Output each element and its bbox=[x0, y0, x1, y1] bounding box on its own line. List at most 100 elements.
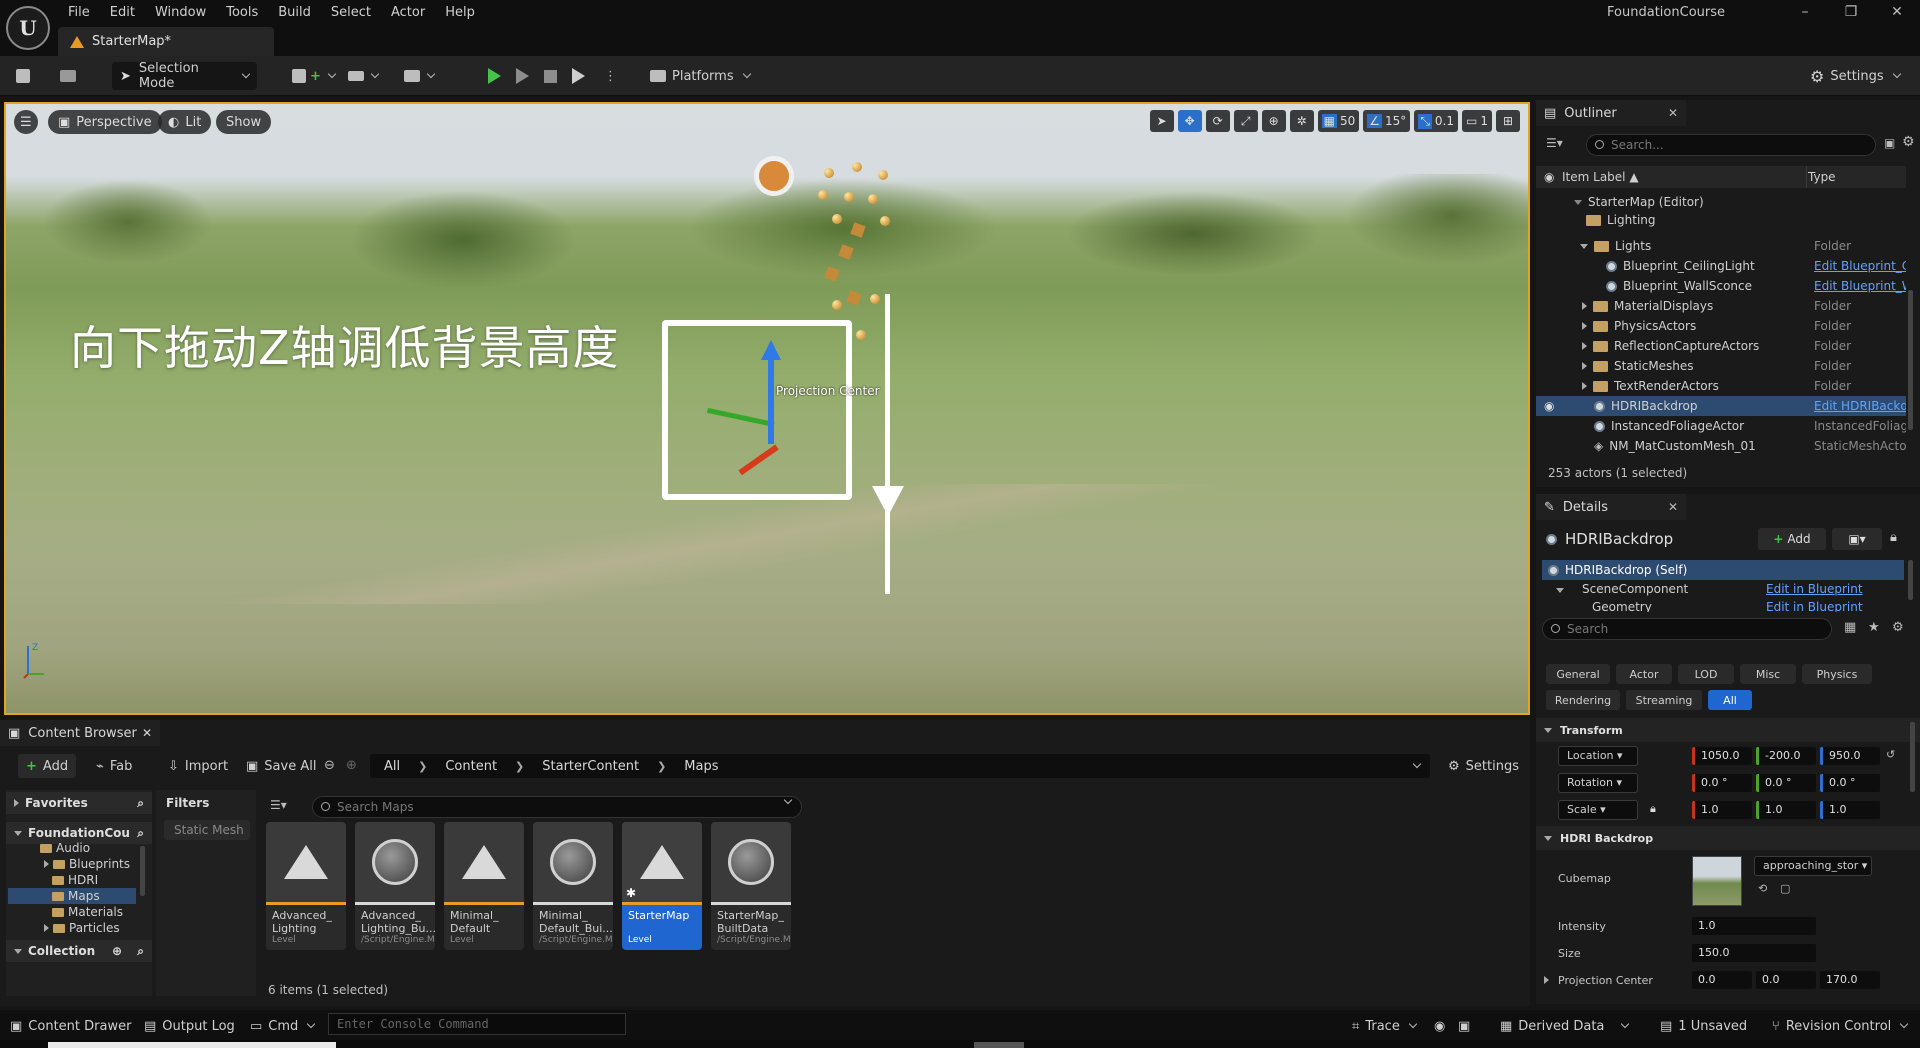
back-icon[interactable]: ⊖ bbox=[324, 758, 335, 773]
scale-z-input[interactable]: 1.0 bbox=[1820, 801, 1880, 819]
outliner-row[interactable]: MaterialDisplays Folder bbox=[1536, 296, 1906, 316]
restore-icon[interactable]: ❐ bbox=[1828, 0, 1874, 26]
map-tab[interactable]: StarterMap* bbox=[58, 27, 274, 56]
close-icon[interactable]: ✕ bbox=[1874, 0, 1920, 26]
col-item-label[interactable]: Item Label ▲ bbox=[1562, 170, 1639, 184]
stop-icon[interactable] bbox=[544, 62, 557, 90]
cubemap-dropdown[interactable]: approaching_stor ▾ bbox=[1754, 856, 1872, 876]
filter-icon[interactable]: ☰▾ bbox=[1546, 136, 1563, 150]
unsaved-button[interactable]: ▤ 1 Unsaved bbox=[1660, 1016, 1747, 1036]
translate-tool-icon[interactable]: ✥ bbox=[1177, 110, 1202, 132]
lock-icon[interactable]: 🔒︎ bbox=[1890, 530, 1897, 545]
location-y-input[interactable]: -200.0 bbox=[1756, 747, 1816, 765]
outliner-scrollbar[interactable] bbox=[1908, 290, 1913, 430]
menu-window[interactable]: Window bbox=[145, 2, 216, 24]
component-scene-row[interactable]: SceneComponent Edit in Blueprint bbox=[1556, 582, 1906, 600]
visibility-icon[interactable]: ◉ bbox=[1544, 399, 1554, 413]
outliner-tab[interactable]: ▤ Outliner ✕ bbox=[1536, 100, 1686, 126]
close-icon[interactable]: ✕ bbox=[142, 726, 152, 740]
outliner-row[interactable]: PhysicsActors Folder bbox=[1536, 316, 1906, 336]
proj-center-z-input[interactable]: 170.0 bbox=[1820, 971, 1880, 989]
blueprint-options-dropdown[interactable]: ▣▾ bbox=[1832, 528, 1882, 550]
outliner-row[interactable]: StaticMeshes Folder bbox=[1536, 356, 1906, 376]
console-input[interactable]: Enter Console Command bbox=[328, 1013, 626, 1035]
outliner-row[interactable]: Blueprint_WallSconce Edit Blueprint_W bbox=[1536, 276, 1906, 296]
platforms-dropdown[interactable]: Platforms bbox=[650, 62, 751, 90]
tree-scrollbar[interactable] bbox=[140, 846, 145, 896]
rotation-dropdown[interactable]: Rotation ▾ bbox=[1558, 773, 1638, 793]
add-collection-icon[interactable]: ⊕ bbox=[112, 944, 122, 958]
content-drawer-button[interactable]: ▣ Content Drawer bbox=[10, 1016, 131, 1036]
asset-tile[interactable]: Minimal_ Default Level bbox=[444, 822, 524, 950]
scale-tool-icon[interactable]: ⤢ bbox=[1233, 110, 1258, 132]
tree-item-maps[interactable]: Maps bbox=[8, 888, 136, 904]
outliner-row[interactable]: ◈ NM_MatCustomMesh_01 StaticMeshActo bbox=[1536, 436, 1906, 456]
perspective-button[interactable]: ▣ Perspective bbox=[48, 110, 162, 134]
record-icon[interactable]: ◉ bbox=[1434, 1016, 1445, 1036]
menu-file[interactable]: File bbox=[58, 2, 100, 24]
outliner-row[interactable]: StarterMap (Editor) bbox=[1536, 192, 1906, 212]
outliner-row[interactable]: Blueprint_CeilingLight Edit Blueprint_C bbox=[1536, 256, 1906, 276]
proj-center-y-input[interactable]: 0.0 bbox=[1756, 971, 1816, 989]
rotation-snap-toggle[interactable]: ∠ 15° bbox=[1363, 110, 1411, 132]
add-actor-button[interactable]: + bbox=[292, 62, 337, 90]
outliner-row-selected[interactable]: ◉ HDRIBackdrop Edit HDRIBackdr bbox=[1536, 396, 1906, 416]
outliner-row[interactable]: Lighting bbox=[1536, 210, 1906, 230]
breadcrumb-all[interactable]: All bbox=[384, 759, 400, 774]
rotation-x-input[interactable]: 0.0 ° bbox=[1692, 774, 1752, 792]
eject-icon[interactable] bbox=[572, 62, 585, 90]
transform-section[interactable]: Transform bbox=[1536, 718, 1920, 742]
asset-search-input[interactable]: Search Maps bbox=[312, 795, 802, 818]
favorite-icon[interactable]: ★ bbox=[1868, 620, 1880, 635]
size-input[interactable]: 150.0 bbox=[1692, 944, 1816, 962]
outliner-search-input[interactable]: Search... bbox=[1586, 134, 1876, 156]
cmd-dropdown[interactable]: ▭ Cmd bbox=[250, 1016, 316, 1036]
forward-icon[interactable]: ⊕ bbox=[346, 758, 357, 773]
intensity-input[interactable]: 1.0 bbox=[1692, 917, 1816, 935]
world-space-icon[interactable]: ⊕ bbox=[1261, 110, 1286, 132]
play-icon[interactable] bbox=[488, 62, 501, 90]
col-type[interactable]: Type bbox=[1808, 170, 1836, 184]
component-geometry-row[interactable]: Geometry Edit in Blueprint bbox=[1576, 600, 1906, 612]
maximize-viewport-icon[interactable]: ⊞ bbox=[1496, 110, 1520, 132]
lit-button[interactable]: ◐ Lit bbox=[158, 110, 212, 134]
close-icon[interactable]: ✕ bbox=[1668, 106, 1678, 120]
details-scrollbar[interactable] bbox=[1910, 722, 1915, 792]
menu-actor[interactable]: Actor bbox=[381, 2, 435, 24]
component-self-row[interactable]: HDRIBackdrop (Self) bbox=[1542, 560, 1904, 580]
menu-help[interactable]: Help bbox=[435, 2, 485, 24]
tree-item-hdri[interactable]: HDRI bbox=[52, 872, 98, 888]
project-root-header[interactable]: FoundationCou ⌕ bbox=[6, 822, 152, 844]
cat-tab-lod[interactable]: LOD bbox=[1678, 664, 1734, 684]
lock-icon[interactable]: 🔒︎ bbox=[1650, 802, 1656, 816]
save-icon[interactable] bbox=[16, 62, 30, 90]
show-button[interactable]: Show bbox=[216, 110, 272, 134]
cat-tab-rendering[interactable]: Rendering bbox=[1546, 690, 1620, 710]
asset-tile[interactable]: Advanced_ Lighting Level bbox=[266, 822, 346, 950]
use-selected-icon[interactable]: ▢ bbox=[1780, 882, 1790, 895]
new-folder-icon[interactable]: ▣ bbox=[1884, 136, 1895, 150]
cat-tab-general[interactable]: General bbox=[1546, 664, 1610, 684]
close-icon[interactable]: ✕ bbox=[1668, 500, 1678, 514]
unreal-logo-icon[interactable]: U bbox=[6, 6, 50, 50]
fab-button[interactable]: ⌁ Fab bbox=[88, 754, 140, 778]
tree-item-materials[interactable]: Materials bbox=[52, 904, 123, 920]
menu-select[interactable]: Select bbox=[321, 2, 381, 24]
level-viewport[interactable]: ☰ ▣ Perspective ◐ Lit Show ➤ ✥ ⟳ ⤢ ⊕ ✲ ▦ 50… bbox=[4, 102, 1530, 715]
hdri-backdrop-section[interactable]: HDRI Backdrop bbox=[1536, 826, 1920, 850]
trace-dropdown[interactable]: ⌗ Trace bbox=[1352, 1016, 1418, 1036]
search-icon[interactable]: ⌕ bbox=[137, 944, 144, 959]
add-component-button[interactable]: + Add bbox=[1758, 528, 1826, 550]
details-search-input[interactable]: Search bbox=[1542, 618, 1832, 640]
output-log-button[interactable]: ▤ Output Log bbox=[144, 1016, 235, 1036]
breadcrumb-startercontent[interactable]: StarterContent bbox=[542, 759, 639, 774]
derived-data-dropdown[interactable]: ▦ Derived Data bbox=[1500, 1016, 1630, 1036]
settings-dropdown[interactable]: ⚙ Settings bbox=[1810, 62, 1901, 90]
tree-item-particles[interactable]: Particles bbox=[44, 920, 120, 936]
asset-tile-selected[interactable]: ✱ StarterMap Level bbox=[622, 822, 702, 950]
save-all-button[interactable]: ▣ Save All bbox=[238, 754, 324, 778]
asset-tile[interactable]: Advanced_ Lighting_Bu... /Script/Engine.… bbox=[355, 822, 435, 950]
grid-view-icon[interactable]: ▦ bbox=[1844, 620, 1856, 635]
browse-icon[interactable] bbox=[60, 62, 76, 90]
cat-tab-all[interactable]: All bbox=[1708, 690, 1752, 710]
